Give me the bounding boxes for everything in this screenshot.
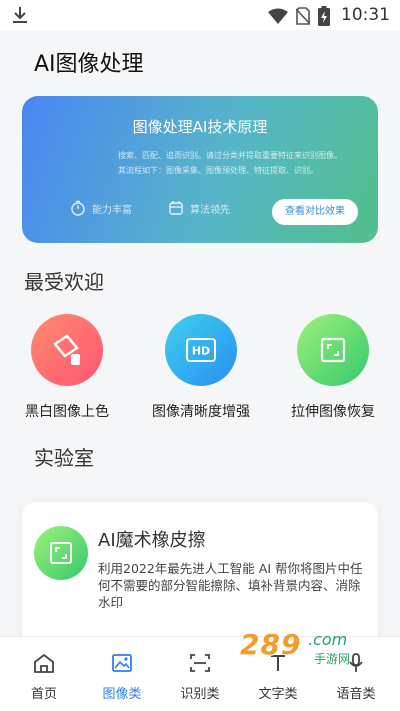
hero-feature2-label: 算法领先 xyxy=(190,204,230,216)
feature-stretch-restore[interactable]: 拉伸图像恢复 xyxy=(268,314,398,421)
page-title: AI图像处理 xyxy=(34,52,144,77)
tab-voice-label: 语音类 xyxy=(336,687,376,702)
watermark-number: 289 xyxy=(240,628,302,661)
calendar-icon xyxy=(169,201,183,215)
hero-banner: 图像处理AI技术原理 搜索、匹配、追而识别。请过分类并提取重要特征来识别图像。 … xyxy=(22,96,378,243)
paint-bucket-icon xyxy=(31,314,103,386)
hero-title: 图像处理AI技术原理 xyxy=(132,118,268,136)
tab-text-label: 文字类 xyxy=(258,687,298,702)
crop-frame-icon xyxy=(297,314,369,386)
eraser-frame-icon xyxy=(34,526,88,580)
hero-feature-rich: 能力丰富 xyxy=(70,200,132,216)
status-bar: 10:31 xyxy=(0,0,400,30)
section-heading-lab: 实验室 xyxy=(34,446,94,470)
home-icon xyxy=(34,653,54,673)
section-heading-popular: 最受欢迎 xyxy=(24,270,104,294)
tab-image-label: 图像类 xyxy=(102,687,142,702)
tab-image[interactable]: 图像类 xyxy=(82,653,162,702)
feature-enhance[interactable]: HD 图像清晰度增强 xyxy=(136,314,266,421)
svg-text:HD: HD xyxy=(192,345,210,358)
tab-home[interactable]: 首页 xyxy=(4,653,84,702)
hero-desc-line1: 搜索、匹配、追而识别。请过分类并提取重要特征来识别图像。 xyxy=(118,151,342,160)
hero-feature-leading: 算法领先 xyxy=(168,200,230,216)
site-watermark: 289 .com 手游网 xyxy=(232,628,382,670)
tab-home-label: 首页 xyxy=(30,687,57,702)
no-sim-icon xyxy=(296,7,310,25)
hero-feature1-label: 能力丰富 xyxy=(92,204,132,216)
magic-eraser-title: AI魔术橡皮擦 xyxy=(98,530,206,551)
scan-icon xyxy=(190,654,210,672)
clock: 10:31 xyxy=(341,5,390,25)
stopwatch-icon xyxy=(71,200,85,216)
magic-eraser-description: 利用2022年最先进人工智能 AI 帮你将图片中任何不需要的部分智能擦除、填补背… xyxy=(98,561,363,610)
image-icon xyxy=(112,654,132,672)
feature-stretch-restore-label: 拉伸图像恢复 xyxy=(291,404,375,420)
feature-colorize[interactable]: 黑白图像上色 xyxy=(2,314,132,421)
watermark-text: 手游网 xyxy=(314,652,351,666)
tab-recognition-label: 识别类 xyxy=(180,687,220,702)
view-comparison-button[interactable]: 查看对比效果 xyxy=(272,199,358,225)
battery-icon xyxy=(318,6,330,26)
download-icon xyxy=(13,7,27,23)
feature-enhance-label: 图像清晰度增强 xyxy=(152,404,250,420)
watermark-suffix: .com xyxy=(308,630,348,649)
hero-desc-line2: 其流程如下：图像采集、图像预处理、特征提取、识别。 xyxy=(118,166,318,175)
tab-recognition[interactable]: 识别类 xyxy=(160,653,240,702)
hero-description: 搜索、匹配、追而识别。请过分类并提取重要特征来识别图像。 其流程如下：图像采集、… xyxy=(118,148,342,178)
feature-colorize-label: 黑白图像上色 xyxy=(25,404,109,420)
wifi-icon xyxy=(268,8,288,24)
hd-icon: HD xyxy=(165,314,237,386)
